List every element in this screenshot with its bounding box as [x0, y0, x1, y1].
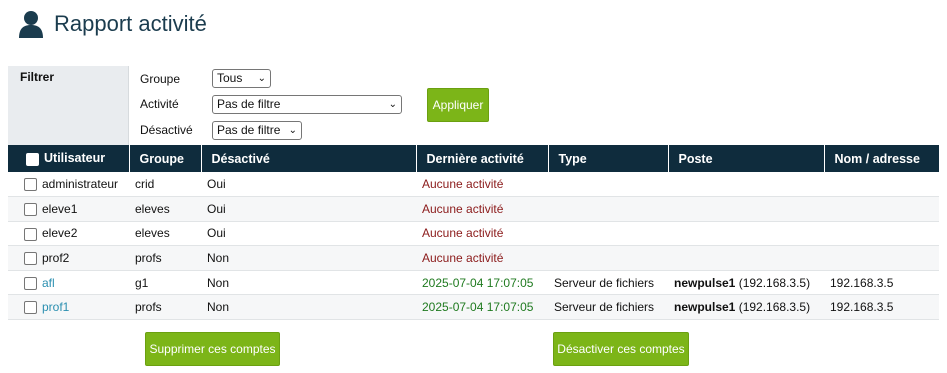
- host-name: newpulse1: [674, 300, 736, 315]
- address-cell: 192.168.3.5: [824, 294, 939, 321]
- row-checkbox[interactable]: [24, 178, 37, 192]
- host-cell: [668, 172, 824, 198]
- col-header-host[interactable]: Poste: [668, 145, 825, 172]
- user-link[interactable]: afl: [42, 276, 55, 290]
- disabled-filter-label: Désactivé: [140, 123, 193, 137]
- activity-cell: Aucune activité: [416, 221, 548, 247]
- group-select[interactable]: Tous ⌄: [212, 69, 271, 88]
- filter-panel: Filtrer Groupe Tous ⌄ Activité Pas de fi…: [8, 66, 939, 146]
- disabled-cell: Oui: [201, 221, 416, 247]
- host-ip: (192.168.3.5): [738, 300, 811, 315]
- host-cell: newpulse1 (192.168.3.5): [668, 294, 824, 321]
- col-header-type[interactable]: Type: [548, 145, 669, 172]
- group-cell: profs: [129, 245, 201, 271]
- table-row: administrateur crid Oui Aucune activité: [8, 172, 939, 198]
- host-ip: (192.168.3.5): [738, 275, 811, 290]
- user-cell: prof1: [8, 294, 129, 321]
- activity-cell: 2025-07-04 17:07:05: [416, 270, 548, 296]
- address-cell: 192.168.3.5: [824, 270, 939, 296]
- user-name: eleve1: [42, 201, 78, 216]
- user-cell: administrateur: [8, 172, 129, 198]
- address-cell: [824, 245, 939, 271]
- type-cell: [548, 196, 668, 222]
- disabled-cell: Oui: [201, 196, 416, 222]
- type-cell: [548, 245, 668, 271]
- activity-cell: Aucune activité: [416, 245, 548, 271]
- activity-cell: 2025-07-04 17:07:05: [416, 294, 548, 321]
- col-header-group[interactable]: Groupe: [129, 145, 202, 172]
- filter-label-cell: Filtrer: [8, 66, 129, 146]
- row-checkbox[interactable]: [24, 301, 37, 315]
- group-cell: g1: [129, 270, 201, 296]
- activity-select[interactable]: Pas de filtre ⌄: [212, 95, 402, 114]
- delete-accounts-button[interactable]: Supprimer ces comptes: [145, 332, 280, 366]
- col-header-last-activity[interactable]: Dernière activité: [416, 145, 549, 172]
- type-cell: Serveur de fichiers: [548, 294, 668, 321]
- address-cell: [824, 196, 939, 222]
- group-select-value: Tous: [217, 71, 243, 85]
- type-cell: [548, 221, 668, 247]
- filter-label: Filtrer: [20, 70, 55, 84]
- table-row: eleve1 eleves Oui Aucune activité: [8, 196, 939, 222]
- address-cell: [824, 172, 939, 198]
- group-cell: eleves: [129, 196, 201, 222]
- group-filter-label: Groupe: [140, 72, 181, 86]
- disabled-cell: Oui: [201, 172, 416, 198]
- group-cell: eleves: [129, 221, 201, 247]
- apply-button[interactable]: Appliquer: [427, 88, 489, 122]
- disabled-cell: Non: [201, 245, 416, 271]
- users-table: Utilisateur Groupe Désactivé Dernière ac…: [8, 145, 939, 321]
- col-header-address[interactable]: Nom / adresse: [824, 145, 939, 172]
- disabled-cell: Non: [201, 294, 416, 321]
- type-cell: [548, 172, 668, 198]
- host-name: newpulse1: [674, 275, 736, 290]
- user-icon: [19, 11, 43, 38]
- host-cell: [668, 221, 824, 247]
- address-cell: [824, 221, 939, 247]
- row-checkbox[interactable]: [24, 203, 37, 217]
- disable-accounts-button[interactable]: Désactiver ces comptes: [553, 332, 689, 366]
- page-title: Rapport activité: [54, 11, 207, 36]
- select-all-checkbox[interactable]: [26, 152, 39, 166]
- user-name: eleve2: [42, 226, 78, 241]
- disabled-select-value: Pas de filtre: [217, 123, 281, 137]
- row-checkbox[interactable]: [24, 276, 37, 290]
- col-header-user: Utilisateur: [8, 145, 130, 172]
- table-header-row: Utilisateur Groupe Désactivé Dernière ac…: [8, 145, 939, 172]
- table-row: prof1 profs Non 2025-07-04 17:07:05 Serv…: [8, 294, 939, 321]
- row-checkbox[interactable]: [24, 252, 37, 266]
- group-cell: crid: [129, 172, 201, 198]
- row-checkbox[interactable]: [24, 227, 37, 241]
- chevron-down-icon: ⌄: [388, 99, 397, 110]
- user-cell: eleve2: [8, 221, 129, 247]
- user-name: administrateur: [42, 176, 119, 191]
- page-header: Rapport activité: [18, 8, 207, 40]
- user-cell: prof2: [8, 245, 129, 271]
- group-cell: profs: [129, 294, 201, 321]
- host-cell: newpulse1 (192.168.3.5): [668, 270, 824, 296]
- col-header-disabled[interactable]: Désactivé: [201, 145, 417, 172]
- activity-filter-label: Activité: [140, 97, 179, 111]
- user-cell: afl: [8, 270, 129, 296]
- user-cell: eleve1: [8, 196, 129, 222]
- col-header-user-label: Utilisateur: [44, 151, 106, 166]
- user-name: prof2: [42, 250, 70, 265]
- type-cell: Serveur de fichiers: [548, 270, 668, 296]
- chevron-down-icon: ⌄: [257, 73, 266, 84]
- user-link[interactable]: prof1: [42, 300, 69, 314]
- activity-cell: Aucune activité: [416, 196, 548, 222]
- host-cell: [668, 196, 824, 222]
- activity-select-value: Pas de filtre: [217, 97, 281, 111]
- disabled-cell: Non: [201, 270, 416, 296]
- table-row: eleve2 eleves Oui Aucune activité: [8, 221, 939, 247]
- activity-cell: Aucune activité: [416, 172, 548, 198]
- table-row: afl g1 Non 2025-07-04 17:07:05 Serveur d…: [8, 270, 939, 296]
- chevron-down-icon: ⌄: [288, 125, 297, 136]
- host-cell: [668, 245, 824, 271]
- table-row: prof2 profs Non Aucune activité: [8, 245, 939, 271]
- disabled-select[interactable]: Pas de filtre ⌄: [212, 121, 302, 140]
